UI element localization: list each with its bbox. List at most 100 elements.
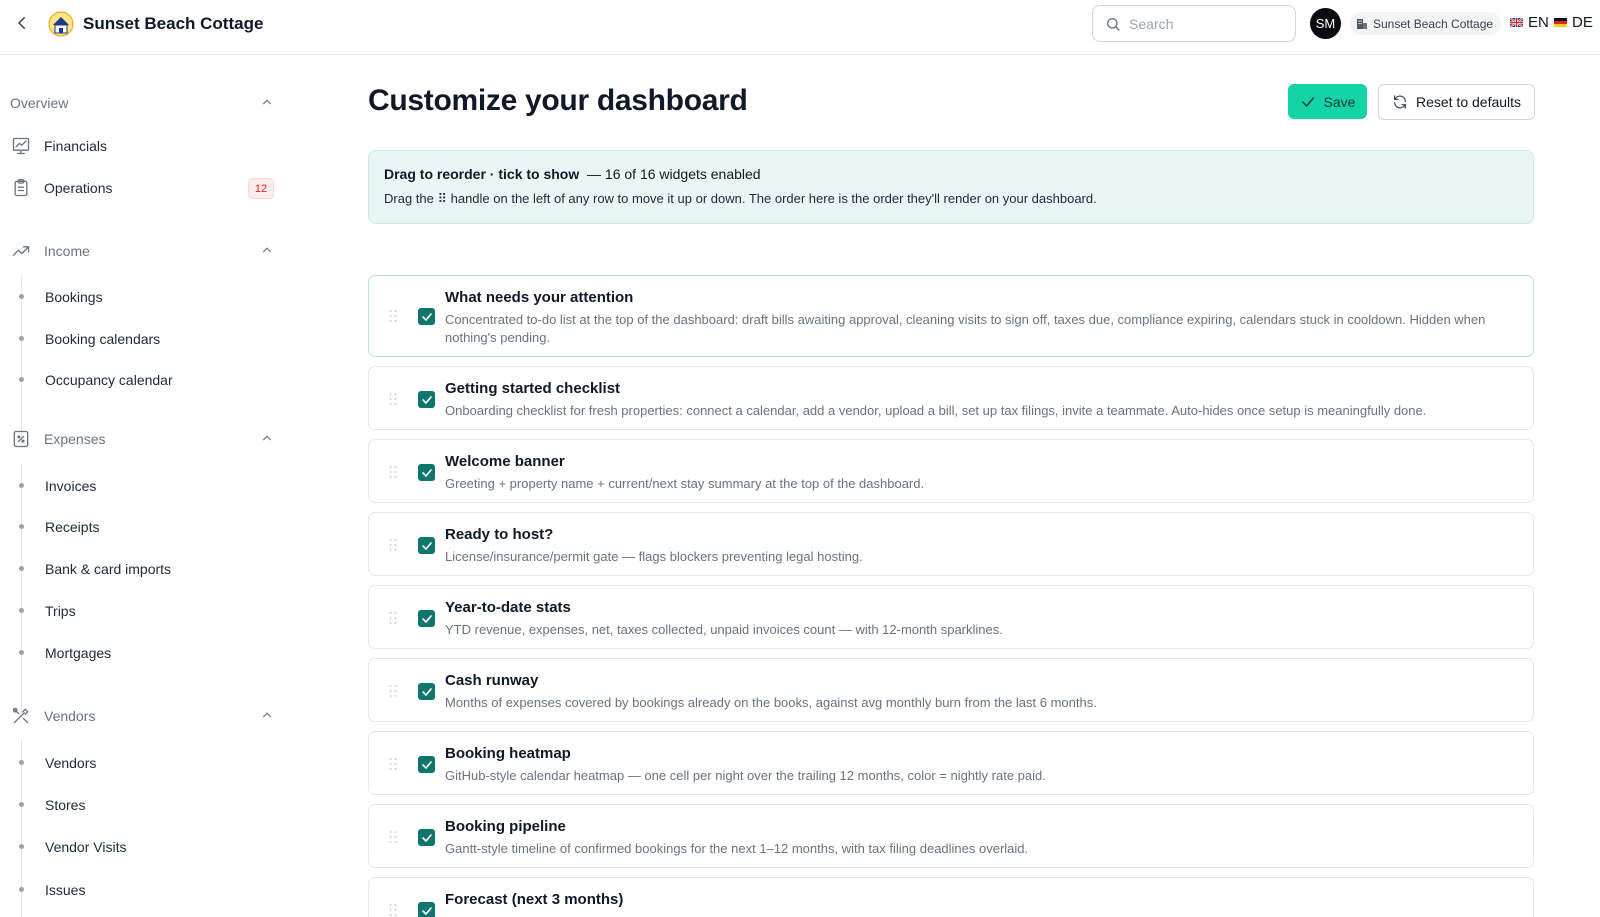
- widget-enabled-checkbox[interactable]: [418, 610, 435, 627]
- widget-row[interactable]: Booking heatmap GitHub-style calendar hea…: [368, 731, 1534, 795]
- widget-row[interactable]: Booking pipeline Gantt-style timeline of …: [368, 804, 1534, 868]
- german-flag-icon: [1554, 18, 1567, 27]
- back-button[interactable]: [10, 11, 34, 35]
- widget-enabled-checkbox[interactable]: [418, 308, 435, 325]
- widget-description: YTD revenue, expenses, net, taxes collec…: [445, 622, 1003, 637]
- widget-title: Forecast (next 3 months): [445, 891, 624, 908]
- widget-row[interactable]: Welcome banner Greeting + property name +…: [368, 439, 1534, 503]
- drag-handle-icon[interactable]: [388, 538, 398, 552]
- save-button[interactable]: Save: [1288, 84, 1367, 119]
- widget-enabled-checkbox[interactable]: [418, 391, 435, 408]
- chevron-left-icon: [18, 17, 25, 29]
- widget-enabled-checkbox[interactable]: [418, 464, 435, 481]
- sidebar-item-vendors[interactable]: Vendors: [45, 751, 96, 775]
- sidebar-item-financials[interactable]: Financials: [10, 131, 274, 161]
- sidebar-item-trips[interactable]: Trips: [45, 599, 76, 623]
- tree-dot: [19, 608, 24, 613]
- chevron-up-icon: [262, 435, 272, 441]
- sidebar-item-invoices[interactable]: Invoices: [45, 474, 96, 498]
- sidebar-item-issues[interactable]: Issues: [45, 878, 85, 902]
- drag-handle-icon[interactable]: [388, 465, 398, 479]
- sidebar-item-stores[interactable]: Stores: [45, 793, 85, 817]
- widget-description: Gantt-style timeline of confirmed bookin…: [445, 841, 1029, 856]
- property-switcher[interactable]: Sunset Beach Cottage: [1350, 12, 1502, 35]
- widget-enabled-checkbox[interactable]: [418, 537, 435, 554]
- sidebar-item-receipts[interactable]: Receipts: [45, 515, 99, 539]
- widget-description: GitHub-style calendar heatmap — one cell…: [445, 768, 1046, 783]
- check-icon: [421, 833, 432, 842]
- drag-handle-icon[interactable]: [388, 830, 398, 844]
- search-box[interactable]: [1092, 5, 1296, 42]
- operations-count-badge: 12: [248, 178, 274, 199]
- sidebar-item-booking-calendars[interactable]: Booking calendars: [45, 327, 160, 351]
- drag-handle-icon[interactable]: [388, 392, 398, 406]
- chart-icon: [10, 135, 32, 157]
- widget-description: Months of expenses covered by bookings a…: [445, 695, 1097, 710]
- sidebar-item-operations[interactable]: Operations 12: [10, 173, 274, 203]
- sidebar-item-mortgages[interactable]: Mortgages: [45, 641, 111, 665]
- reset-button-label: Reset to defaults: [1415, 94, 1522, 110]
- tree-dot: [19, 650, 24, 655]
- tree-dot: [19, 802, 24, 807]
- check-icon: [1301, 96, 1314, 107]
- check-icon: [421, 614, 432, 623]
- tree-dot: [19, 887, 24, 892]
- clipboard-icon: [10, 177, 32, 199]
- sidebar-section-vendors[interactable]: Vendors: [10, 704, 274, 728]
- widget-row[interactable]: Year-to-date stats YTD revenue, expenses,…: [368, 585, 1534, 649]
- tree-dot: [19, 844, 24, 849]
- check-icon: [421, 468, 432, 477]
- sidebar: Overview Financials Operations 12 Income…: [0, 56, 290, 917]
- sidebar-item-bank-card-imports[interactable]: Bank & card imports: [45, 557, 171, 581]
- widget-row[interactable]: Getting started checklist Onboarding chec…: [368, 366, 1534, 430]
- sidebar-section-label: Overview: [10, 95, 69, 111]
- app-title: Sunset Beach Cottage: [83, 14, 264, 33]
- cottage-logo-icon: [48, 11, 74, 37]
- widget-enabled-checkbox[interactable]: [418, 829, 435, 846]
- widget-row[interactable]: What needs your attention Concentrated to…: [368, 275, 1534, 357]
- widget-title: Cash runway: [445, 672, 539, 689]
- drag-handle-icon[interactable]: [388, 684, 398, 698]
- sidebar-section-overview[interactable]: Overview: [10, 91, 274, 115]
- sidebar-item-label: Financials: [44, 138, 108, 154]
- uk-flag-icon: [1510, 18, 1523, 27]
- info-summary: Drag to reorder · tick to show — 16 of 1…: [384, 166, 1518, 182]
- widget-row[interactable]: Forecast (next 3 months): [368, 877, 1534, 917]
- drag-handle-icon[interactable]: [388, 611, 398, 625]
- sidebar-item-occupancy-calendar[interactable]: Occupancy calendar: [45, 368, 173, 392]
- sidebar-item-bookings[interactable]: Bookings: [45, 285, 103, 309]
- drag-handle-icon[interactable]: [388, 309, 398, 323]
- widget-description: License/insurance/permit gate — flags bl…: [445, 549, 863, 564]
- search-input[interactable]: [1129, 15, 1279, 32]
- widget-description: Onboarding checklist for fresh propertie…: [445, 403, 1427, 418]
- widget-enabled-checkbox[interactable]: [418, 902, 435, 917]
- language-en[interactable]: EN: [1510, 14, 1549, 31]
- receipt-percent-icon: [10, 428, 32, 450]
- info-help-text: Drag the ⠿ handle on the left of any row…: [384, 191, 1097, 206]
- language-de-label: DE: [1572, 14, 1593, 31]
- widget-enabled-checkbox[interactable]: [418, 683, 435, 700]
- sidebar-item-vendor-visits[interactable]: Vendor Visits: [45, 835, 126, 859]
- widget-title: Getting started checklist: [445, 380, 621, 397]
- widget-title: Welcome banner: [445, 453, 565, 470]
- check-icon: [421, 312, 432, 321]
- reset-to-defaults-button[interactable]: Reset to defaults: [1378, 84, 1535, 120]
- info-heading: Drag to reorder · tick to show: [384, 166, 580, 182]
- user-avatar[interactable]: SM: [1310, 8, 1341, 39]
- check-icon: [421, 395, 432, 404]
- tree-dot: [19, 336, 24, 341]
- widget-description: Concentrated to-do list at the top of th…: [445, 312, 1486, 345]
- sidebar-section-income[interactable]: Income: [10, 239, 274, 263]
- drag-handle-icon[interactable]: [388, 903, 398, 917]
- widget-enabled-checkbox[interactable]: [418, 756, 435, 773]
- drag-handle-icon[interactable]: [388, 757, 398, 771]
- save-button-label: Save: [1323, 93, 1356, 110]
- property-chip-label: Sunset Beach Cottage: [1373, 16, 1494, 31]
- check-icon: [421, 541, 432, 550]
- widget-row[interactable]: Cash runway Months of expenses covered by…: [368, 658, 1534, 722]
- language-de[interactable]: DE: [1554, 14, 1593, 31]
- widget-row[interactable]: Ready to host? License/insurance/permit g…: [368, 512, 1534, 576]
- chevron-up-icon: [262, 247, 272, 253]
- sidebar-section-expenses[interactable]: Expenses: [10, 427, 274, 451]
- widget-title: Year-to-date stats: [445, 599, 571, 616]
